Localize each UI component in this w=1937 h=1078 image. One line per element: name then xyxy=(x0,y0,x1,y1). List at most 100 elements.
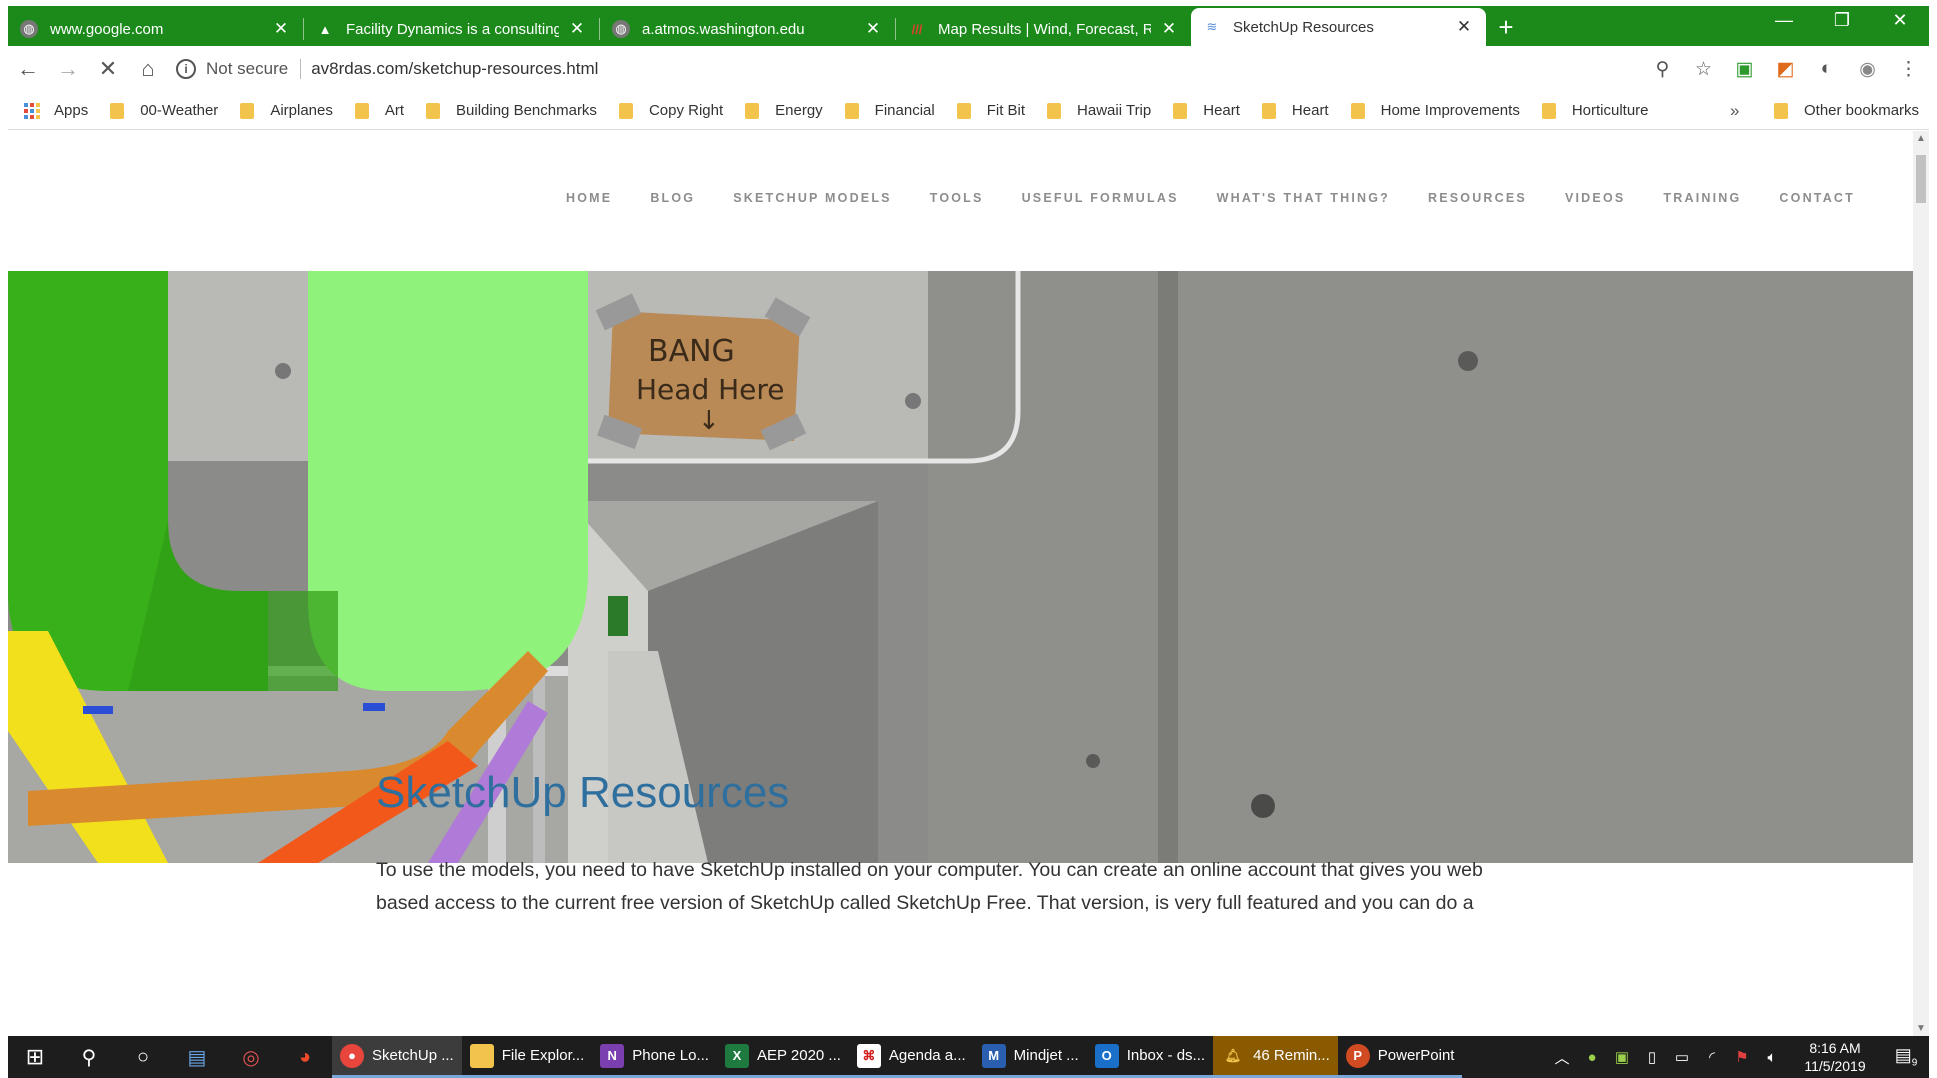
clock-date: 11/5/2019 xyxy=(1804,1058,1866,1074)
forward-arrow-icon[interactable]: → xyxy=(48,56,88,82)
bookmark-folder[interactable]: Financial xyxy=(844,102,935,119)
taskbar-app-chrome[interactable]: ● SketchUp ... xyxy=(332,1036,462,1078)
scrollbar-thumb[interactable] xyxy=(1916,155,1926,203)
taskbar-app-label: Agenda a... xyxy=(888,1047,966,1064)
bookmark-folder[interactable]: Heart xyxy=(1261,102,1329,119)
security-label: Not secure xyxy=(206,59,289,78)
taskbar-app-outlook[interactable]: O Inbox - ds... xyxy=(1086,1036,1214,1078)
windows-start-icon[interactable]: ⊞ xyxy=(8,1044,62,1070)
taskbar-app-pdf[interactable]: ⌘ Agenda a... xyxy=(848,1036,974,1078)
scroll-down-icon[interactable]: ▼ xyxy=(1913,1023,1929,1034)
flag-icon[interactable]: ⚑ xyxy=(1727,1048,1757,1066)
bookmark-folder[interactable]: Home Improvements xyxy=(1350,102,1520,119)
nav-useful-formulas[interactable]: USEFUL FORMULAS xyxy=(1022,191,1179,205)
volume-icon[interactable]: 🔈︎ xyxy=(1757,1049,1787,1066)
minimize-icon[interactable]: — xyxy=(1755,6,1813,36)
taskbar-app-label: Inbox - ds... xyxy=(1126,1047,1206,1064)
cortana-icon[interactable]: ○ xyxy=(116,1046,170,1069)
extension-orange-icon[interactable]: ◩ xyxy=(1765,58,1806,81)
facility-dynamics-icon: ▲ xyxy=(318,21,332,37)
new-tab-button[interactable]: + xyxy=(1486,12,1526,43)
url-text[interactable]: av8rdas.com/sketchup-resources.html xyxy=(311,59,598,79)
tab-title: www.google.com xyxy=(50,20,164,38)
address-bar[interactable]: i Not secure av8rdas.com/sketchup-resour… xyxy=(176,52,1656,86)
taskbar-app-mindjet[interactable]: M Mindjet ... xyxy=(973,1036,1087,1078)
taskbar-app-file-explorer[interactable]: File Explor... xyxy=(461,1036,593,1078)
profile-avatar-icon[interactable]: ◉ xyxy=(1847,58,1888,81)
home-icon[interactable]: ⌂ xyxy=(128,56,168,82)
tab-google[interactable]: ◍ www.google.com ✕ xyxy=(8,12,303,46)
bookmarks-overflow-chevron[interactable]: » xyxy=(1730,101,1739,121)
extension-green-icon[interactable]: ▣ xyxy=(1724,58,1765,81)
tab-atmos[interactable]: ◍ a.atmos.washington.edu ✕ xyxy=(600,12,895,46)
globe-icon: ◍ xyxy=(612,20,630,38)
bookmark-folder[interactable]: Fit Bit xyxy=(956,102,1025,119)
nav-blog[interactable]: BLOG xyxy=(650,191,695,205)
restore-icon[interactable]: ❐ xyxy=(1813,6,1871,36)
bookmark-folder[interactable]: Art xyxy=(354,102,404,119)
page-scrollbar[interactable]: ▲ ▼ xyxy=(1913,131,1929,1036)
tab-facility-dynamics[interactable]: ▲ Facility Dynamics is a consulting ✕ xyxy=(304,12,599,46)
close-window-icon[interactable]: ✕ xyxy=(1871,6,1929,36)
tab-map-results[interactable]: /// Map Results | Wind, Forecast, Ra ✕ xyxy=(896,12,1191,46)
taskbar-app-label: SketchUp ... xyxy=(372,1047,454,1064)
nav-tools[interactable]: TOOLS xyxy=(930,191,984,205)
extension-circle-icon[interactable]: ◐ xyxy=(1806,58,1847,80)
notifications-icon[interactable]: ▤9 xyxy=(1883,1045,1929,1069)
pinned-app-icon[interactable]: ▤ xyxy=(170,1045,224,1070)
usb-icon[interactable]: ▯ xyxy=(1637,1048,1667,1066)
taskbar-app-powerpoint[interactable]: P PowerPoint xyxy=(1337,1036,1463,1078)
bookmark-other[interactable]: Other bookmarks xyxy=(1774,102,1919,119)
wifi-icon[interactable]: ◜ xyxy=(1697,1048,1727,1066)
nav-sketchup-models[interactable]: SKETCHUP MODELS xyxy=(733,191,891,205)
mindjet-icon: M xyxy=(981,1043,1006,1068)
info-icon[interactable]: i xyxy=(176,59,196,79)
close-icon[interactable]: ✕ xyxy=(271,19,291,39)
bookmark-folder[interactable]: Energy xyxy=(745,102,823,119)
tab-sketchup-resources[interactable]: ≋ SketchUp Resources ✕ xyxy=(1191,8,1486,46)
nav-contact[interactable]: CONTACT xyxy=(1779,191,1855,205)
nav-whats-that-thing[interactable]: WHAT'S THAT THING? xyxy=(1217,191,1390,205)
tray-app-icon[interactable]: ● xyxy=(1577,1049,1607,1066)
taskbar-app-excel[interactable]: X AEP 2020 ... xyxy=(716,1036,849,1078)
site-nav: HOME BLOG SKETCHUP MODELS TOOLS USEFUL F… xyxy=(566,191,1855,205)
bookmark-folder[interactable]: Building Benchmarks xyxy=(426,102,597,119)
zoom-icon[interactable]: ⚲ xyxy=(1642,58,1683,81)
notification-count: 9 xyxy=(1911,1057,1918,1069)
bookmark-star-icon[interactable]: ☆ xyxy=(1683,58,1724,81)
nav-training[interactable]: TRAINING xyxy=(1663,191,1741,205)
bookmark-folder[interactable]: 00-Weather xyxy=(110,102,218,119)
bookmark-folder[interactable]: Copy Right xyxy=(618,102,723,119)
back-arrow-icon[interactable]: ← xyxy=(8,56,48,82)
bookmark-apps[interactable]: Apps xyxy=(24,102,88,119)
taskbar-app-reminders[interactable]: 🔔︎ 46 Remin... xyxy=(1213,1036,1338,1078)
folder-icon xyxy=(844,102,859,119)
browser-toolbar: ← → ✕ ⌂ i Not secure av8rdas.com/sketchu… xyxy=(8,46,1929,92)
tab-title: SketchUp Resources xyxy=(1233,18,1374,36)
bookmark-folder[interactable]: Heart xyxy=(1173,102,1240,119)
pinned-app-icon[interactable]: ◕ xyxy=(278,1046,332,1069)
taskbar-app-onenote[interactable]: N Phone Lo... xyxy=(592,1036,717,1078)
stop-loading-icon[interactable]: ✕ xyxy=(88,56,128,82)
scroll-up-icon[interactable]: ▲ xyxy=(1913,133,1929,144)
menu-kebab-icon[interactable]: ⋮ xyxy=(1888,58,1929,81)
hero-illustration: BANG Head Here ↓ xyxy=(8,271,1913,863)
nav-resources[interactable]: RESOURCES xyxy=(1428,191,1527,205)
powerpoint-icon: P xyxy=(1345,1043,1370,1068)
pinned-app-icon[interactable]: ◎ xyxy=(224,1045,278,1070)
bell-icon: 🔔︎ xyxy=(1224,1047,1242,1063)
search-icon[interactable]: ⚲ xyxy=(62,1045,116,1070)
bookmark-folder[interactable]: Horticulture xyxy=(1541,102,1649,119)
nav-home[interactable]: HOME xyxy=(566,191,612,205)
bookmark-folder[interactable]: Airplanes xyxy=(240,102,333,119)
close-icon[interactable]: ✕ xyxy=(863,19,883,39)
clock[interactable]: 8:16 AM 11/5/2019 xyxy=(1787,1039,1883,1075)
bookmark-folder[interactable]: Hawaii Trip xyxy=(1047,102,1151,119)
battery-icon[interactable]: ▭ xyxy=(1667,1048,1697,1066)
close-icon[interactable]: ✕ xyxy=(567,19,587,39)
close-icon[interactable]: ✕ xyxy=(1454,17,1474,37)
tray-app-icon[interactable]: ▣ xyxy=(1607,1048,1637,1066)
nav-videos[interactable]: VIDEOS xyxy=(1565,191,1625,205)
chevron-up-icon[interactable]: ︿ xyxy=(1547,1047,1577,1068)
close-icon[interactable]: ✕ xyxy=(1159,19,1179,39)
